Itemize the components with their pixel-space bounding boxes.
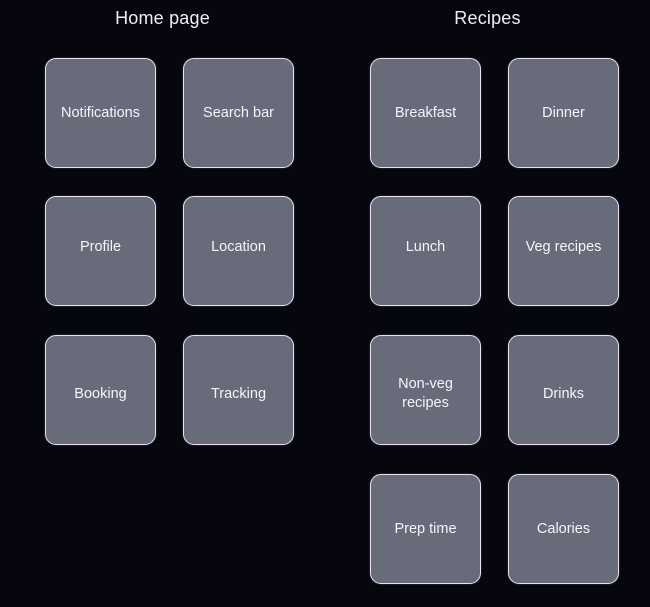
card-location[interactable]: Location — [183, 196, 294, 306]
card-label: Non-veg recipes — [398, 376, 453, 411]
column-title-home-page: Home page — [115, 8, 210, 28]
card-non-veg-recipes[interactable]: Non-veg recipes — [370, 335, 481, 445]
card-calories[interactable]: Calories — [508, 474, 619, 584]
card-label: Dinner — [542, 104, 585, 121]
card-veg-recipes[interactable]: Veg recipes — [508, 196, 619, 306]
card-search-bar[interactable]: Search bar — [183, 58, 294, 168]
card-label: Drinks — [542, 385, 585, 402]
card-label: Tracking — [210, 385, 267, 402]
card-label: Veg recipes — [525, 238, 602, 255]
column-recipes: Recipes Breakfast Dinner Lunch Veg recip… — [325, 0, 650, 607]
card-lunch[interactable]: Lunch — [370, 196, 481, 306]
card-label: Profile — [79, 238, 122, 255]
card-notifications[interactable]: Notifications — [45, 58, 156, 168]
card-board: Home page Notifications Search bar Profi… — [0, 0, 650, 607]
card-drinks[interactable]: Drinks — [508, 335, 619, 445]
card-label: Location — [211, 238, 266, 255]
card-booking[interactable]: Booking — [45, 335, 156, 445]
card-label: Calories — [536, 520, 591, 537]
card-breakfast[interactable]: Breakfast — [370, 58, 481, 168]
card-label: Booking — [74, 385, 127, 402]
card-label: Search bar — [203, 104, 274, 121]
card-label: Prep time — [394, 520, 457, 537]
card-dinner[interactable]: Dinner — [508, 58, 619, 168]
card-label: Notifications — [61, 104, 140, 121]
card-tracking[interactable]: Tracking — [183, 335, 294, 445]
card-label: Lunch — [405, 238, 446, 255]
card-label: Breakfast — [394, 104, 457, 121]
card-prep-time[interactable]: Prep time — [370, 474, 481, 584]
card-profile[interactable]: Profile — [45, 196, 156, 306]
column-home-page: Home page Notifications Search bar Profi… — [0, 0, 325, 607]
column-title-recipes: Recipes — [454, 8, 521, 28]
